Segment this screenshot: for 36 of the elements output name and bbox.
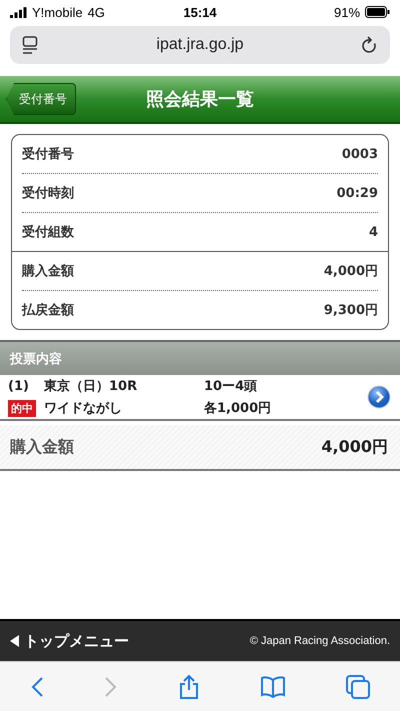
battery-percent: 91% (334, 4, 360, 20)
url-text: ipat.jra.go.jp (155, 36, 245, 54)
network-type: 4G (88, 4, 105, 20)
bet-row[interactable]: (1) 東京（日）10R 10ー4頭 的中 ワイドながし 各1,000円 (0, 375, 400, 421)
reader-icon[interactable] (22, 36, 38, 54)
field-value: 00:29 (336, 186, 378, 200)
address-bar[interactable]: ipat.jra.go.jp (10, 26, 390, 64)
field-value: 9,300円 (324, 302, 378, 319)
section-title: 投票内容 (10, 350, 62, 368)
field-label: 払戻金額 (22, 302, 74, 319)
triangle-icon (10, 635, 20, 647)
bet-amount: 各1,000円 (204, 400, 272, 417)
back-button[interactable]: 受付番号 (6, 83, 76, 115)
battery-icon (365, 6, 390, 18)
field-value: 4,000円 (324, 263, 378, 280)
total-value: 4,000円 (321, 436, 388, 458)
race-name: 東京（日）10R (44, 378, 138, 395)
field-label: 受付時刻 (22, 184, 74, 202)
copyright-text: © Japan Racing Association. (250, 635, 390, 647)
field-label: 購入金額 (22, 262, 74, 280)
reload-icon[interactable] (362, 36, 378, 54)
top-menu-link[interactable]: トップメニュー (10, 632, 129, 650)
carrier-name: Y!mobile (32, 4, 83, 20)
field-label: 受付番号 (22, 146, 74, 163)
field-label: 受付組数 (22, 224, 74, 241)
clock-time: 15:14 (183, 4, 217, 20)
field-value: 4 (368, 224, 378, 240)
chevron-icon[interactable] (367, 385, 391, 409)
signal-icon (10, 6, 27, 18)
total-label: 購入金額 (10, 436, 74, 458)
bet-combination: 10ー4頭 (204, 378, 258, 395)
page-title: 照会結果一覧 (145, 88, 255, 111)
hit-badge: 的中 (8, 400, 36, 416)
bet-type: ワイドながし (44, 400, 123, 417)
field-value: 0003 (342, 146, 378, 162)
bet-number: (1) (8, 378, 30, 394)
